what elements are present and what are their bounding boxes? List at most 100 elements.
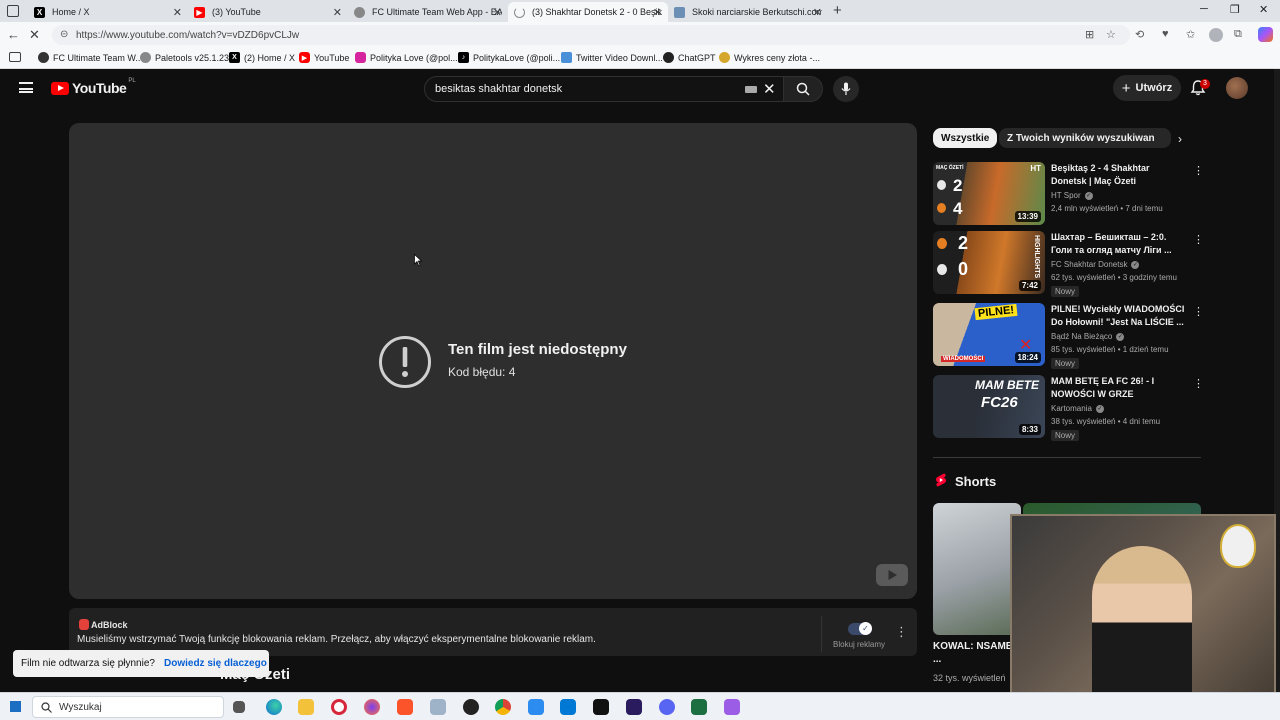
tab-shakhtar-besiktas[interactable]: (3) Shakhtar Donetsk 2 - 0 Beşikta ✕ [508,2,668,22]
premiere-icon[interactable] [626,699,642,715]
site-info-icon[interactable]: ⊝ [60,29,68,40]
chevron-right-icon[interactable]: › [1178,132,1182,146]
search-input[interactable]: besiktas shakhtar donetsk ✕ [424,76,784,102]
recommendation-item[interactable]: PILNE! WIADOMOŚCI ✕ 18:24 PILNE! Wyciekł… [933,303,1204,369]
more-actions-icon[interactable]: ⋮ [1193,233,1204,246]
search-button[interactable] [783,76,823,102]
tab-close-icon[interactable]: ✕ [653,6,662,19]
video-title[interactable]: Шахтар – Бешикташ – 2:0. Голи та огляд м… [1051,231,1187,257]
tab-close-icon[interactable]: ✕ [173,6,182,19]
channel-name[interactable]: HT Spor ✓ [1051,191,1093,200]
tab-close-icon[interactable]: ✕ [333,6,342,19]
file-explorer-icon[interactable] [298,699,314,715]
url-input[interactable]: ⊝ https://www.youtube.com/watch?v=vDZD6p… [52,25,1130,45]
bookmark-item[interactable]: ♪ PolitykaLove (@poli... [458,52,560,63]
chrome-icon[interactable] [495,699,511,715]
opera-icon[interactable] [331,699,347,715]
bookmark-item[interactable]: X (2) Home / X [229,52,295,63]
window-close-icon[interactable]: ✕ [1259,3,1268,16]
video-meta: 62 tys. wyświetleń • 3 godziny temu [1051,273,1177,282]
adblock-notice: AdBlock Musieliśmy wstrzymać Twoją funkc… [69,608,917,656]
video-thumbnail[interactable]: PILNE! WIADOMOŚCI ✕ 18:24 [933,303,1045,366]
mouse-cursor-icon [414,254,422,267]
bookmark-item[interactable]: Paletools v25.1.23 [140,52,229,63]
chip-all[interactable]: Wszystkie [933,128,998,148]
discord-icon[interactable] [659,699,675,715]
windows-start-icon[interactable] [10,701,21,712]
minimize-icon[interactable]: ─ [1200,3,1208,15]
video-title[interactable]: MAM BETĘ EA FC 26! - I NOWOŚCI W GRZE [1051,375,1187,401]
bookmark-item[interactable]: Wykres ceny złota -... [719,52,820,63]
tab-close-icon[interactable]: ✕ [493,6,502,19]
excel-icon[interactable] [691,699,707,715]
bookmark-item[interactable]: ChatGPT [663,52,716,63]
youtube-logo[interactable]: YouTube PL [51,78,136,96]
new-tab-icon[interactable]: + [833,2,842,19]
score-away: 4 [953,199,963,218]
maximize-icon[interactable]: ❐ [1230,3,1240,16]
favorites-icon[interactable]: ✩ [1186,28,1198,41]
firefox-icon[interactable] [364,699,380,715]
channel-name[interactable]: Bądź Na Bieżąco ✓ [1051,332,1125,341]
toggle-check-icon[interactable]: ✓ [859,622,872,635]
vscode-icon[interactable] [560,699,576,715]
account-avatar[interactable] [1226,77,1248,99]
more-actions-icon[interactable]: ⋮ [1193,377,1204,390]
tab-youtube[interactable]: ▶ (3) YouTube ✕ [188,2,348,22]
bookmark-item[interactable]: Polityka Love (@pol... [355,52,458,63]
hamburger-menu-icon[interactable] [19,82,33,93]
bookmark-item[interactable]: Twitter Video Downl... [561,52,663,63]
create-button[interactable]: + Utwórz [1113,75,1181,101]
video-title[interactable]: Beşiktaş 2 - 4 Shakhtar Donetsk | Maç Öz… [1051,162,1187,188]
favorite-star-icon[interactable]: ☆ [1106,28,1118,41]
extensions-icon[interactable]: ⟲ [1135,28,1147,41]
bookmark-item[interactable]: ▶ YouTube [299,52,349,63]
bookmarks-overflow-icon[interactable] [9,52,21,62]
bookmark-item[interactable]: FC Ultimate Team W... [38,52,143,63]
adblock-logo-icon [79,619,89,630]
voice-search-button[interactable] [833,76,859,102]
app-available-icon[interactable]: ⊞ [1085,28,1097,41]
clear-search-icon[interactable]: ✕ [763,80,776,98]
tab-skoki-narciarskie[interactable]: Skoki narciarskie Berkutschi.com ✕ [668,2,828,22]
short-title[interactable]: KOWAL: NSAME ... [933,640,1013,666]
chip-from-your-search[interactable]: Z Twoich wyników wyszukiwania [999,128,1171,148]
edge-icon[interactable] [266,699,282,715]
copilot-icon[interactable] [1258,27,1273,42]
video-thumbnail[interactable]: 2 0 HIGHLIGHTS 7:42 [933,231,1045,294]
watch-on-youtube-icon[interactable] [875,563,909,587]
more-actions-icon[interactable]: ⋮ [1193,164,1204,177]
stop-loading-icon[interactable]: ✕ [29,27,40,43]
task-view-icon[interactable] [233,701,245,713]
video-thumbnail[interactable]: MAM BETE FC26 8:33 [933,375,1045,438]
chip-partial[interactable] [1155,128,1163,148]
brave-icon[interactable] [397,699,413,715]
short-thumbnail[interactable] [933,503,1021,635]
more-options-icon[interactable]: ⋮ [895,624,908,640]
profile-avatar[interactable] [1209,28,1223,42]
tab-actions-icon[interactable] [7,5,19,17]
collections-icon[interactable]: ⧉ [1234,28,1246,40]
keyboard-icon[interactable] [745,86,757,93]
obs-icon[interactable] [463,699,479,715]
channel-name[interactable]: Kartomania ✓ [1051,404,1104,413]
tab-home-x[interactable]: X Home / X ✕ [28,2,188,22]
taskbar-search-input[interactable]: Wyszukaj [32,696,224,718]
recommendation-item[interactable]: 2 0 HIGHLIGHTS 7:42 Шахтар – Бешикташ – … [933,231,1204,297]
recommendation-item[interactable]: MAM BETE FC26 8:33 MAM BETĘ EA FC 26! - … [933,375,1204,441]
learn-why-link[interactable]: Dowiedz się dlaczego [164,658,267,669]
channel-name[interactable]: FC Shakhtar Donetsk ✓ [1051,260,1140,269]
photos-icon[interactable] [430,699,446,715]
pinned-app-icon[interactable] [528,699,544,715]
more-actions-icon[interactable]: ⋮ [1193,305,1204,318]
tab-fc-web-app[interactable]: FC Ultimate Team Web App - EA ✕ [348,2,508,22]
video-player[interactable]: Ten film jest niedostępny Kod błędu: 4 [69,123,917,599]
tiktok-icon[interactable] [593,699,609,715]
video-title[interactable]: PILNE! Wyciekły WIADOMOŚCI Do Hołowni! "… [1051,303,1187,329]
video-thumbnail[interactable]: MAÇ ÖZETİ HT 2 4 13:39 [933,162,1045,225]
back-icon[interactable]: ← [7,27,20,42]
recommendation-item[interactable]: MAÇ ÖZETİ HT 2 4 13:39 Beşiktaş 2 - 4 Sh… [933,162,1204,226]
tab-close-icon[interactable]: ✕ [813,6,822,19]
pinned-app-icon[interactable] [724,699,740,715]
browser-essentials-icon[interactable]: ♥ [1162,28,1174,40]
